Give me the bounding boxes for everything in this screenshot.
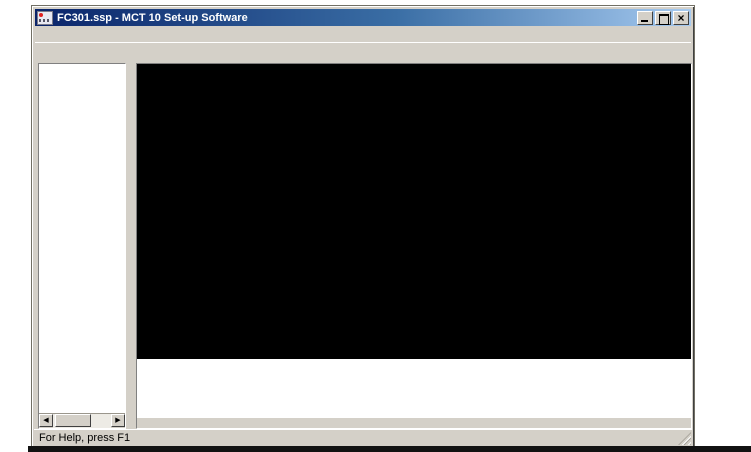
window-title: FC301.ssp - MCT 10 Set-up Software <box>57 12 637 24</box>
close-icon: × <box>674 12 688 24</box>
screen: FC301.ssp - MCT 10 Set-up Software × ◀ ▶ <box>0 0 751 452</box>
scope-plot-area[interactable] <box>137 64 692 359</box>
minimize-icon <box>641 20 648 22</box>
table-scroll-strip[interactable] <box>137 417 692 429</box>
title-bar[interactable]: FC301.ssp - MCT 10 Set-up Software × <box>35 9 691 26</box>
scope-plot[interactable] <box>137 64 692 359</box>
status-bar: For Help, press F1 <box>34 429 692 446</box>
panel-splitter[interactable] <box>127 63 136 429</box>
maximize-icon <box>659 14 669 25</box>
app-window: FC301.ssp - MCT 10 Set-up Software × ◀ ▶ <box>31 5 695 448</box>
minimize-button[interactable] <box>637 11 653 25</box>
scrollbar-track[interactable] <box>53 414 111 428</box>
scope-panel <box>136 63 692 429</box>
resize-grip[interactable] <box>678 432 691 445</box>
close-button[interactable]: × <box>673 11 689 25</box>
scrollbar-thumb[interactable] <box>55 414 91 427</box>
project-tree-panel: ◀ ▶ <box>38 63 126 429</box>
tree-horizontal-scrollbar[interactable]: ◀ ▶ <box>39 413 125 428</box>
project-tree <box>39 64 125 68</box>
scroll-left-button[interactable]: ◀ <box>39 414 53 427</box>
menu-bar <box>35 26 691 42</box>
toolbar <box>35 42 691 65</box>
app-icon <box>37 11 53 25</box>
scroll-right-button[interactable]: ▶ <box>111 414 125 427</box>
client-area: ◀ ▶ <box>34 63 692 429</box>
channel-table-body <box>137 374 692 417</box>
status-text: For Help, press F1 <box>39 432 130 444</box>
screen-bottom-band <box>28 446 751 452</box>
window-controls: × <box>637 11 689 25</box>
maximize-button[interactable] <box>655 11 671 25</box>
